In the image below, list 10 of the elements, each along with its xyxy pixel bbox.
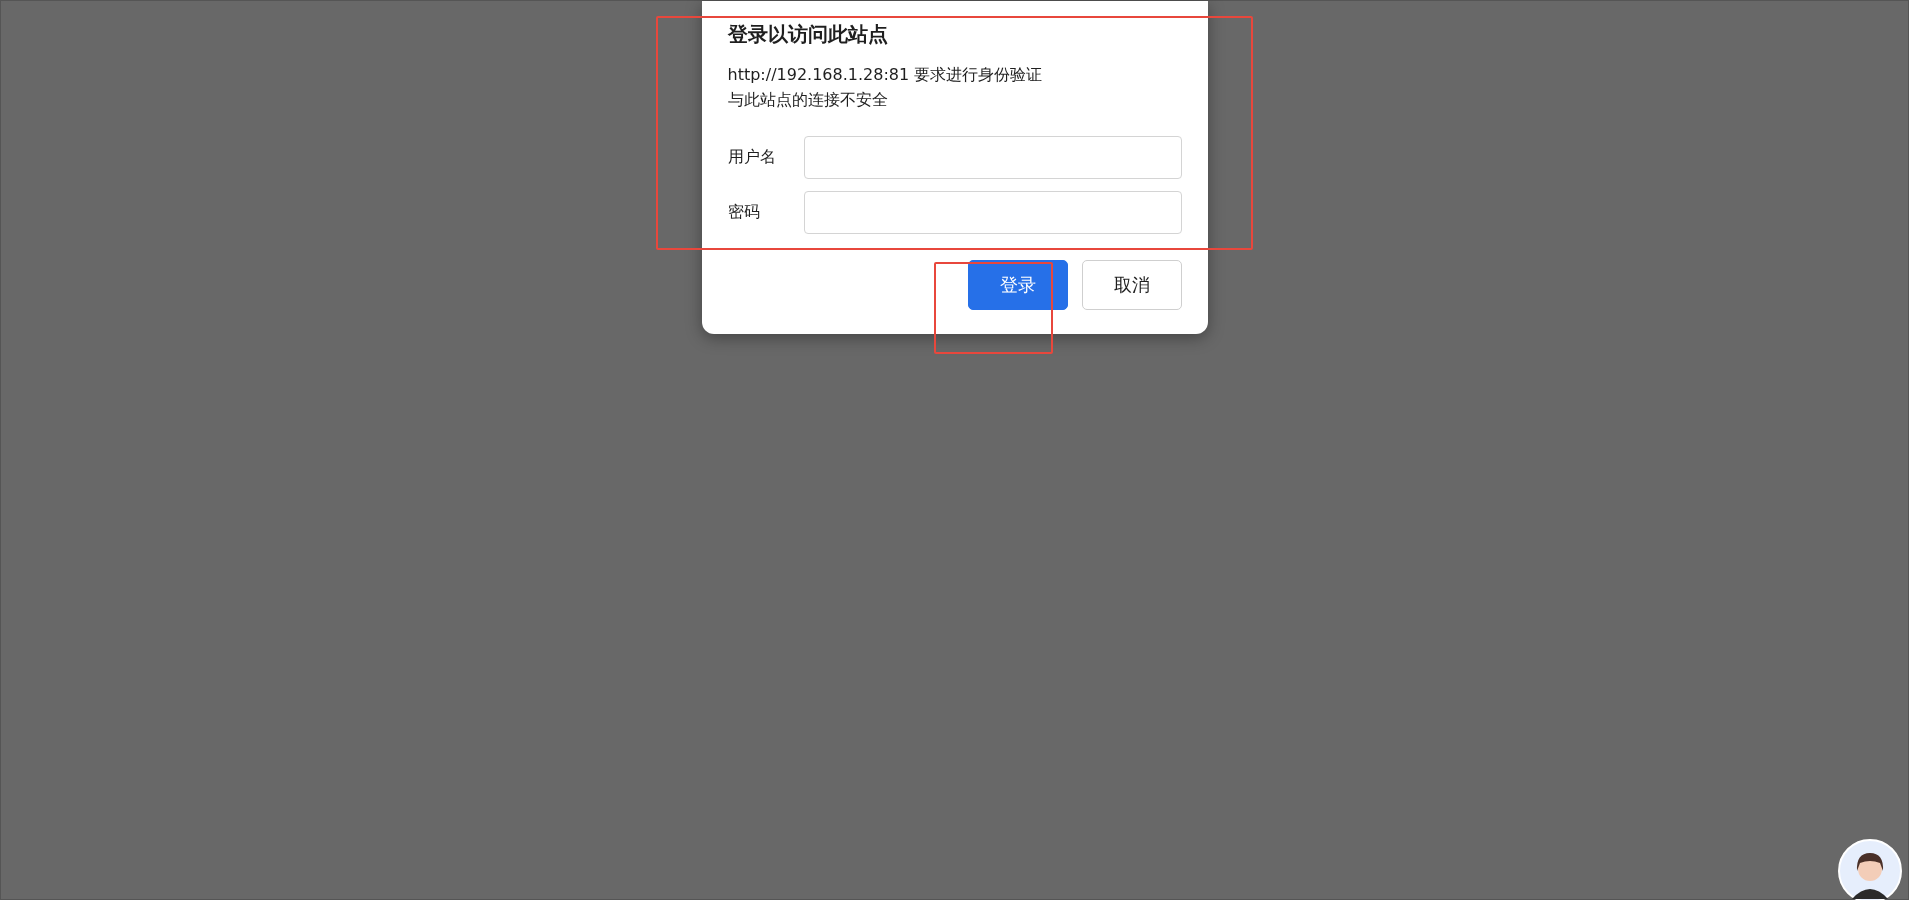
input-field[interactable] xyxy=(803,191,1182,234)
avatar-icon xyxy=(1838,839,1902,900)
cancel-button[interactable]: 取消 xyxy=(1081,260,1182,310)
input-field[interactable] xyxy=(803,136,1182,179)
dialog-title: 登录以访问此站点 xyxy=(727,21,889,48)
dialog-message: 与此站点的连接不安全 xyxy=(727,89,889,111)
login-button[interactable]: 登录 xyxy=(967,260,1068,310)
field-label: 用户名 xyxy=(727,147,777,168)
dialog-message: http://192.168.1.28:81 要求进行身份验证 xyxy=(727,64,1044,86)
field-label: 密码 xyxy=(727,202,761,223)
